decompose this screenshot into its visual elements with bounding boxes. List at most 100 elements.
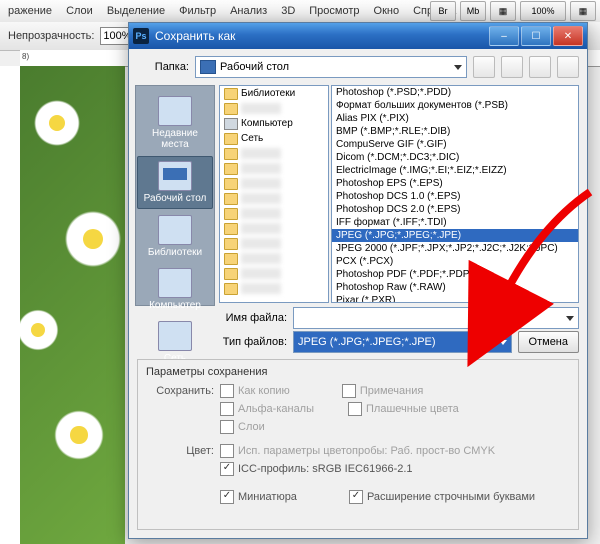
format-option[interactable]: Photoshop DCS 2.0 (*.EPS) xyxy=(332,203,578,216)
ruler-vertical xyxy=(0,66,21,544)
minimize-button[interactable]: – xyxy=(489,26,519,46)
format-option[interactable]: Photoshop Raw (*.RAW) xyxy=(332,281,578,294)
cancel-button[interactable]: Отмена xyxy=(518,331,579,353)
menu-item[interactable]: Фильтр xyxy=(179,5,216,17)
format-option[interactable]: Photoshop EPS (*.EPS) xyxy=(332,177,578,190)
menu-item[interactable]: Выделение xyxy=(107,5,165,17)
arrange-button[interactable]: ▦ xyxy=(490,1,516,21)
spot-checkbox[interactable]: Плашечные цвета xyxy=(348,402,459,416)
fold-icon xyxy=(224,193,238,205)
notes-checkbox[interactable]: Примечания xyxy=(342,384,424,398)
tree-item[interactable]: xxxxxxxx xyxy=(220,221,328,236)
dialog-title: Сохранить как xyxy=(155,29,235,43)
format-option[interactable]: Alias PIX (*.PIX) xyxy=(332,112,578,125)
place-computer[interactable]: Компьютер xyxy=(138,264,212,315)
format-option[interactable]: Pixar (*.PXR) xyxy=(332,294,578,303)
tree-item[interactable]: xxxxxxxx xyxy=(220,101,328,116)
menu-item[interactable]: Просмотр xyxy=(309,5,359,17)
document-canvas[interactable] xyxy=(20,66,125,544)
fold-icon xyxy=(224,223,238,235)
place-desktop[interactable]: Рабочий стол xyxy=(137,156,213,209)
tree-item[interactable]: xxxxxxxx xyxy=(220,191,328,206)
filetype-combo[interactable]: JPEG (*.JPG;*.JPEG;*.JPE) xyxy=(293,331,512,353)
tree-item[interactable]: Библиотеки xyxy=(220,86,328,101)
place-recent[interactable]: Недавние места xyxy=(138,92,212,154)
place-libraries[interactable]: Библиотеки xyxy=(138,211,212,262)
format-dropdown-list[interactable]: Photoshop (*.PSD;*.PDD)Формат больших до… xyxy=(331,85,579,303)
lib-icon xyxy=(224,88,238,100)
close-button[interactable]: ✕ xyxy=(553,26,583,46)
folder-label: Папка: xyxy=(137,61,189,73)
format-option[interactable]: PCX (*.PCX) xyxy=(332,255,578,268)
bridge-button[interactable]: Br xyxy=(430,1,456,21)
icc-checkbox[interactable]: ICC-профиль: sRGB IEC61966-2.1 xyxy=(220,462,413,476)
save-as-dialog: Ps Сохранить как – ☐ ✕ Папка: Рабочий ст… xyxy=(128,22,588,539)
proof-checkbox[interactable]: Исп. параметры цветопробы: Раб. прост-во… xyxy=(220,444,495,458)
menu-item[interactable]: ражение xyxy=(8,5,52,17)
folder-tree[interactable]: БиблиотекиxxxxxxxxКомпьютерСетьxxxxxxxxx… xyxy=(219,85,329,303)
filetype-label: Тип файлов: xyxy=(219,336,287,348)
tree-item[interactable]: Компьютер xyxy=(220,116,328,131)
back-button[interactable] xyxy=(473,56,495,78)
view-menu-button[interactable] xyxy=(557,56,579,78)
tree-item[interactable]: xxxxxxxx xyxy=(220,251,328,266)
lowercase-checkbox[interactable]: Расширение строчными буквами xyxy=(349,490,535,504)
menu-item[interactable]: 3D xyxy=(281,5,295,17)
maximize-button[interactable]: ☐ xyxy=(521,26,551,46)
format-option[interactable]: BMP (*.BMP;*.RLE;*.DIB) xyxy=(332,125,578,138)
tree-item[interactable]: xxxxxxxx xyxy=(220,236,328,251)
chevron-down-icon xyxy=(566,316,574,321)
tree-item[interactable]: Сеть xyxy=(220,131,328,146)
net-icon xyxy=(224,133,238,145)
screen-mode-button[interactable]: ▦ xyxy=(570,1,596,21)
format-option[interactable]: JPEG (*.JPG;*.JPEG;*.JPE) xyxy=(332,229,578,242)
folder-combo[interactable]: Рабочий стол xyxy=(195,56,467,78)
up-button[interactable] xyxy=(501,56,523,78)
fold-icon xyxy=(224,268,238,280)
filetype-value: JPEG (*.JPG;*.JPEG;*.JPE) xyxy=(298,336,436,348)
menu-item[interactable]: Окно xyxy=(374,5,400,17)
chevron-down-icon xyxy=(454,65,462,70)
fold-icon xyxy=(224,178,238,190)
layers-checkbox[interactable]: Слои xyxy=(220,420,265,434)
tree-item[interactable]: xxxxxxxx xyxy=(220,161,328,176)
new-folder-button[interactable] xyxy=(529,56,551,78)
tree-item[interactable]: xxxxxxxx xyxy=(220,266,328,281)
as-copy-checkbox[interactable]: Как копию xyxy=(220,384,290,398)
opacity-label: Непрозрачность: xyxy=(8,30,94,42)
alpha-checkbox[interactable]: Альфа-каналы xyxy=(220,402,314,416)
tree-item[interactable]: xxxxxxxx xyxy=(220,146,328,161)
format-option[interactable]: Dicom (*.DCM;*.DC3;*.DIC) xyxy=(332,151,578,164)
folder-value: Рабочий стол xyxy=(220,61,289,73)
format-option[interactable]: IFF формат (*.IFF;*.TDI) xyxy=(332,216,578,229)
save-params-panel: Параметры сохранения Сохранить: Как копи… xyxy=(137,359,579,530)
format-option[interactable]: Photoshop DCS 1.0 (*.EPS) xyxy=(332,190,578,203)
format-option[interactable]: Photoshop (*.PSD;*.PDD) xyxy=(332,86,578,99)
mb-button[interactable]: Mb xyxy=(460,1,486,21)
menu-item[interactable]: Анализ xyxy=(230,5,267,17)
fold-icon xyxy=(224,238,238,250)
tree-item[interactable]: xxxxxxxx xyxy=(220,206,328,221)
fold-icon xyxy=(224,148,238,160)
format-option[interactable]: JPEG 2000 (*.JPF;*.JPX;*.JP2;*.J2C;*.J2K… xyxy=(332,242,578,255)
menu-item[interactable]: Слои xyxy=(66,5,93,17)
fold-icon xyxy=(224,103,238,115)
dialog-titlebar[interactable]: Ps Сохранить как – ☐ ✕ xyxy=(129,23,587,49)
fold-icon xyxy=(224,253,238,265)
format-option[interactable]: CompuServe GIF (*.GIF) xyxy=(332,138,578,151)
format-option[interactable]: ElectricImage (*.IMG;*.EI;*.EIZ;*.EIZZ) xyxy=(332,164,578,177)
filename-label: Имя файла: xyxy=(219,312,287,324)
filename-combo[interactable] xyxy=(293,307,579,329)
pc-icon xyxy=(224,118,238,130)
format-option[interactable]: Photoshop PDF (*.PDF;*.PDP) xyxy=(332,268,578,281)
thumbnail-checkbox[interactable]: Миниатюра xyxy=(220,490,297,504)
top-right-toolbar: Br Mb ▦ 100% ▦ xyxy=(430,0,596,22)
filename-row: Имя файла: xyxy=(219,307,579,329)
save-opts-label: Сохранить: xyxy=(146,385,214,397)
tree-item[interactable]: xxxxxxxx xyxy=(220,281,328,296)
tree-item[interactable]: xxxxxxxx xyxy=(220,176,328,191)
format-option[interactable]: Формат больших документов (*.PSB) xyxy=(332,99,578,112)
zoom-level[interactable]: 100% xyxy=(520,1,566,21)
flower-decor xyxy=(60,206,125,272)
desktop-icon xyxy=(200,60,216,74)
